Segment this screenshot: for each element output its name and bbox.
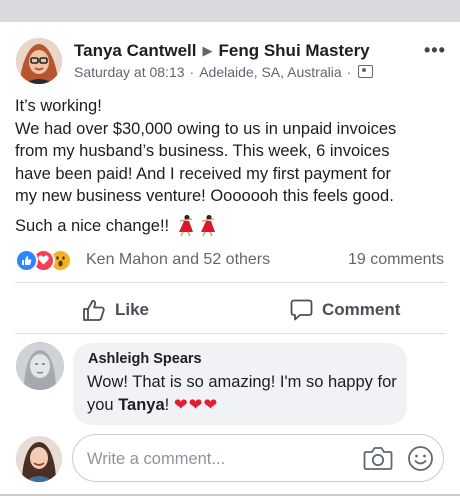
commenter-name[interactable]: Ashleigh Spears [88, 351, 202, 367]
more-options-button[interactable]: ••• [424, 40, 446, 61]
group-name[interactable]: Feng Shui Mastery [219, 41, 370, 60]
comment-count-link[interactable]: 19 comments [348, 251, 444, 269]
reaction-summary[interactable]: Ken Mahon and 52 others [15, 248, 270, 272]
author-avatar[interactable] [16, 38, 62, 84]
post-location[interactable]: Adelaide, SA, Australia [199, 64, 341, 80]
post-meta: Saturday at 08:13 · Adelaide, SA, Australi… [74, 64, 374, 80]
dancer-emoji-icon [198, 214, 218, 243]
comment-input-placeholder: Write a comment... [87, 450, 226, 468]
post-text-line: We had over $30,000 owing to us in unpai… [15, 119, 397, 138]
like-label: Like [115, 300, 150, 319]
arrow-right-icon: ▶ [202, 43, 213, 58]
comment-text-end: ! [164, 396, 170, 414]
comment-bubble[interactable]: Ashleigh Spears Wow! That is so amazing!… [73, 343, 407, 425]
divider [15, 282, 446, 283]
separator-dot: · [346, 64, 352, 80]
divider [15, 333, 446, 334]
thumbs-up-icon [82, 299, 106, 321]
top-background-band [0, 0, 460, 22]
dancer-emoji-icon [176, 214, 196, 243]
post-text-line: Such a nice change!! [15, 214, 451, 243]
post-timestamp[interactable]: Saturday at 08:13 [74, 64, 185, 80]
comment-mention[interactable]: Tanya [118, 396, 164, 414]
post-text-line: It’s working! [15, 97, 102, 115]
separator-dot: · [189, 64, 195, 80]
post-text-line: have been paid! And I received my first … [15, 164, 392, 183]
like-button[interactable]: Like [82, 296, 149, 324]
commenter-avatar[interactable] [16, 342, 64, 390]
current-user-avatar[interactable] [16, 436, 62, 482]
camera-icon[interactable] [363, 445, 393, 476]
heart-emoji-icon: ❤❤❤ [173, 396, 219, 414]
audience-group-icon[interactable] [358, 65, 374, 78]
author-name[interactable]: Tanya Cantwell [74, 41, 197, 60]
reaction-names[interactable]: Ken Mahon and 52 others [86, 251, 270, 269]
emoji-smiley-icon[interactable] [407, 445, 434, 477]
speech-bubble-icon [290, 299, 313, 321]
post-author-line: Tanya Cantwell ▶ Feng Shui Mastery [74, 41, 370, 61]
comment-input[interactable]: Write a comment... [72, 434, 444, 482]
comment-label: Comment [322, 300, 401, 319]
post-text-line: from my husband’s business. This week, 6… [15, 142, 390, 160]
post-text-line: my new business venture! Ooooooh this fe… [15, 187, 394, 205]
post-body: It’s working! We had over $30,000 owing … [15, 95, 451, 242]
like-reaction-icon [15, 248, 38, 272]
comment-text: Wow! That is so amazing! I'm so happy fo… [87, 371, 399, 417]
post-last-line-text: Such a nice change!! [15, 216, 170, 235]
comment-button[interactable]: Comment [290, 296, 400, 324]
